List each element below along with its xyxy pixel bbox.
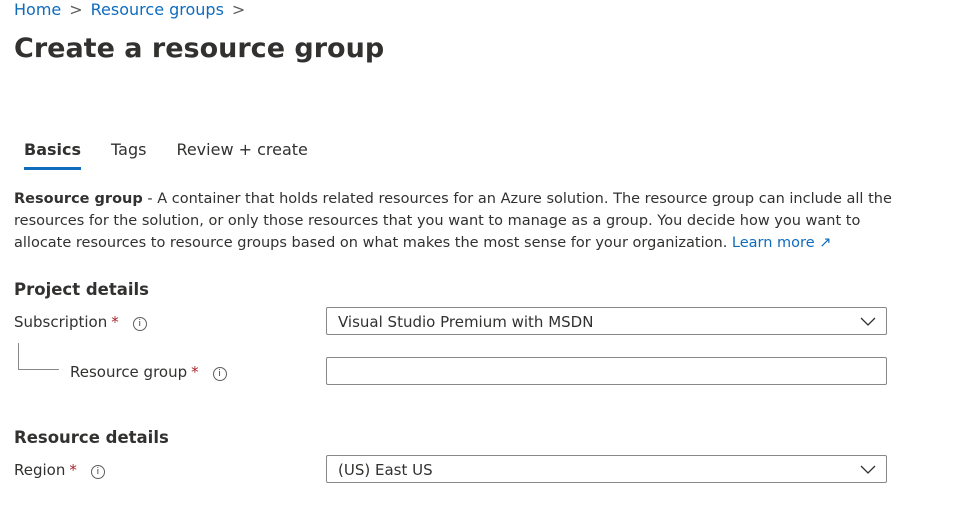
breadcrumb-resource-groups[interactable]: Resource groups <box>91 0 224 19</box>
tab-tags[interactable]: Tags <box>111 140 146 170</box>
description: Resource group - A container that holds … <box>14 188 914 254</box>
learn-more-link[interactable]: Learn more ↗ <box>732 235 831 251</box>
external-link-icon: ↗ <box>819 235 832 251</box>
tab-basics[interactable]: Basics <box>24 140 82 170</box>
required-asterisk: * <box>111 313 119 331</box>
breadcrumb: Home > Resource groups > <box>14 0 253 19</box>
chevron-down-icon <box>860 465 876 474</box>
project-details-heading: Project details <box>14 280 149 299</box>
chevron-down-icon <box>860 317 876 326</box>
required-asterisk: * <box>69 461 77 479</box>
subscription-label: Subscription * i <box>14 313 147 331</box>
required-asterisk: * <box>191 363 199 381</box>
resource-group-input[interactable] <box>326 357 887 385</box>
tab-review-create[interactable]: Review + create <box>176 140 307 170</box>
region-label: Region * i <box>14 461 105 479</box>
tree-connector <box>18 343 59 370</box>
subscription-dropdown[interactable]: Visual Studio Premium with MSDN <box>326 307 887 335</box>
info-icon[interactable]: i <box>132 317 147 331</box>
resource-group-label: Resource group * i <box>70 363 227 381</box>
tab-bar: Basics Tags Review + create <box>24 140 308 170</box>
breadcrumb-home[interactable]: Home <box>14 0 61 19</box>
resource-details-heading: Resource details <box>14 428 169 447</box>
info-icon[interactable]: i <box>212 367 227 381</box>
info-icon[interactable]: i <box>90 465 105 479</box>
chevron-right-icon: > <box>231 0 246 19</box>
page-title: Create a resource group <box>14 33 385 64</box>
region-dropdown[interactable]: (US) East US <box>326 455 887 483</box>
region-value: (US) East US <box>338 461 433 479</box>
description-term: Resource group <box>14 191 143 207</box>
chevron-right-icon: > <box>69 0 83 19</box>
subscription-value: Visual Studio Premium with MSDN <box>338 313 594 331</box>
